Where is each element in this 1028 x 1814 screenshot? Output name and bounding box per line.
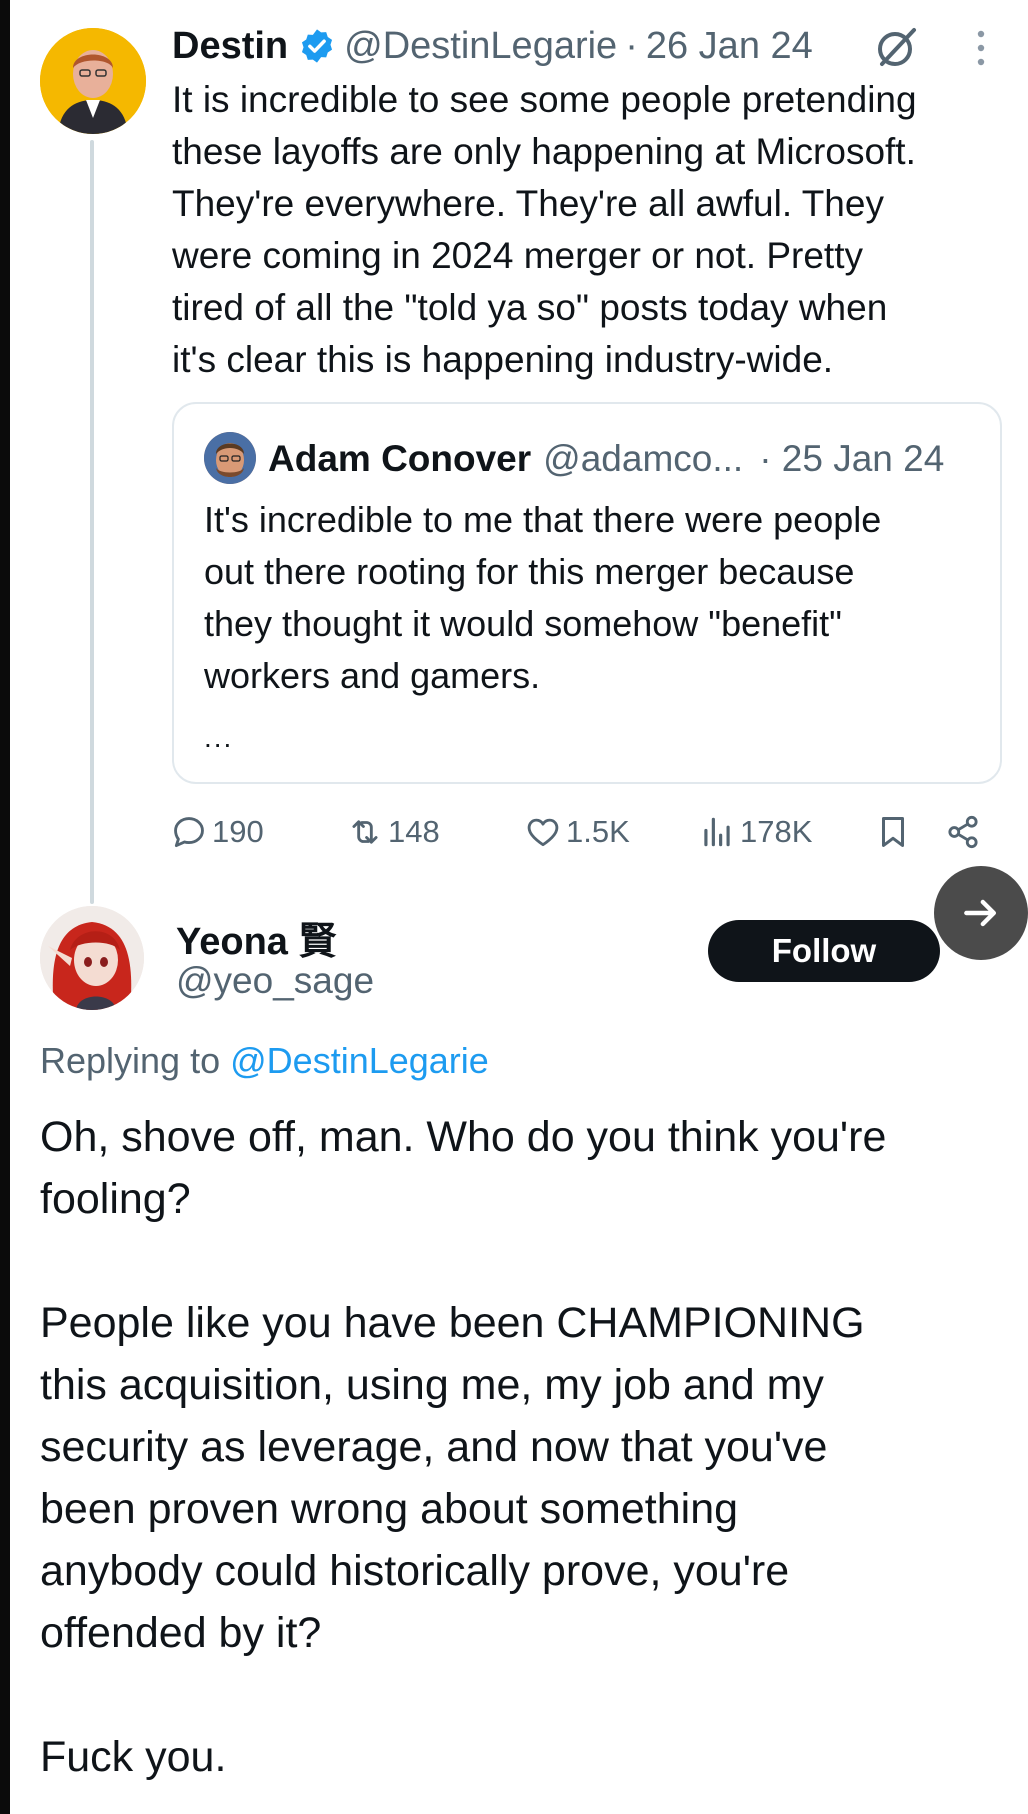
replying-to-mention[interactable]: @DestinLegarie xyxy=(230,1040,489,1081)
views-button[interactable]: 178K xyxy=(698,808,812,856)
tweet-date[interactable]: 26 Jan 24 xyxy=(646,25,813,68)
next-floating-button[interactable] xyxy=(934,866,1028,960)
reply-icon xyxy=(174,817,204,848)
author-avatar[interactable] xyxy=(40,28,146,134)
reply-button[interactable]: 190 xyxy=(170,808,264,856)
retweet-icon xyxy=(352,820,378,844)
reply-author-avatar[interactable] xyxy=(40,906,144,1010)
quote-author-name: Adam Conover xyxy=(268,438,532,479)
quote-ellipsis: ... xyxy=(204,722,234,753)
retweet-button[interactable]: 148 xyxy=(346,808,440,856)
retweet-count: 148 xyxy=(388,814,440,849)
reply-author-name[interactable]: Yeona 賢 xyxy=(176,910,337,965)
views-icon xyxy=(704,817,730,847)
quote-author-handle: @adamco... xyxy=(543,438,744,479)
more-icon[interactable] xyxy=(972,28,990,68)
share-icon xyxy=(948,815,978,849)
replying-prefix: Replying to xyxy=(40,1040,221,1081)
quote-body: It's incredible to me that there were pe… xyxy=(204,499,882,696)
follow-button[interactable]: Follow xyxy=(708,920,940,982)
like-count: 1.5K xyxy=(566,814,630,849)
quoted-tweet-card[interactable]: Adam Conover @adamco... · 25 Jan 24 It's… xyxy=(172,402,1002,784)
reply-body: Oh, shove off, man. Who do you think you… xyxy=(40,1113,887,1781)
like-icon xyxy=(527,818,559,847)
like-button[interactable]: 1.5K xyxy=(524,808,630,856)
quote-date: · 25 Jan 24 xyxy=(759,438,945,479)
replying-to-line: Replying to @DestinLegarie xyxy=(40,1040,489,1082)
tweet-thread-page: Destin @DestinLegarie · 26 Jan 24 It is … xyxy=(0,0,1028,1814)
bookmark-button[interactable] xyxy=(874,808,916,856)
quote-header: Adam Conover @adamco... · 25 Jan 24 xyxy=(268,434,944,484)
verified-badge-icon xyxy=(302,29,333,63)
thread-connector-line xyxy=(90,140,94,904)
reply-author-handle[interactable]: @yeo_sage xyxy=(176,960,374,1002)
tweet-body: It is incredible to see some people pret… xyxy=(172,79,917,380)
tweet-header: Destin @DestinLegarie · 26 Jan 24 xyxy=(172,20,813,72)
tweet-action-bar: 190 148 1.5K 178K xyxy=(170,808,1010,856)
bookmark-icon xyxy=(881,817,905,847)
reply-count: 190 xyxy=(212,814,264,849)
grok-icon[interactable] xyxy=(874,24,920,70)
screen-edge xyxy=(0,0,10,1814)
author-handle[interactable]: @DestinLegarie xyxy=(344,25,617,68)
quote-author-avatar xyxy=(204,432,256,484)
author-name[interactable]: Destin xyxy=(172,25,288,68)
views-count: 178K xyxy=(740,814,813,849)
arrow-right-icon xyxy=(964,899,997,927)
share-button[interactable] xyxy=(944,808,986,856)
separator-dot: · xyxy=(625,24,638,67)
